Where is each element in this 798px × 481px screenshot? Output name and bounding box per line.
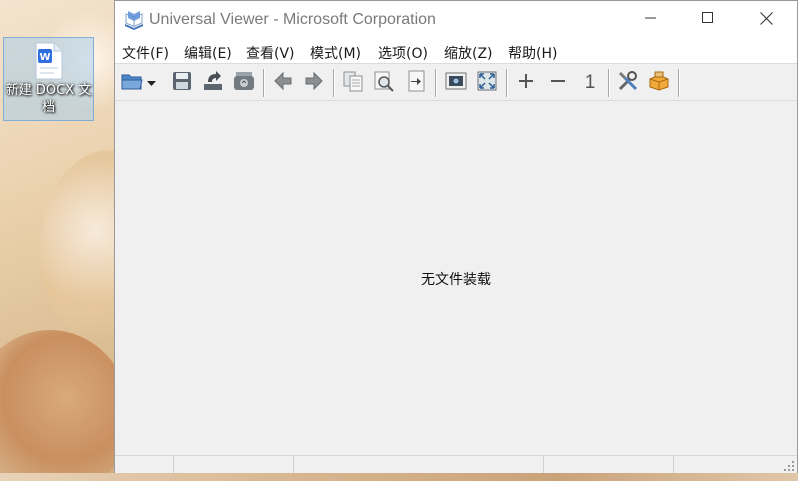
toolbar-separator (263, 69, 265, 97)
universal-viewer-app-icon (123, 10, 145, 30)
wallpaper-shape (40, 150, 114, 350)
toolbar-separator (435, 69, 437, 97)
close-icon (759, 11, 773, 29)
print-icon (233, 71, 255, 95)
menu-mode[interactable]: 模式(M) (310, 43, 361, 63)
plugins-button[interactable] (647, 71, 671, 95)
save-button[interactable] (170, 71, 194, 95)
zoom-out-button[interactable] (546, 71, 570, 95)
fullscreen-button[interactable] (475, 71, 499, 95)
goto-icon (405, 70, 427, 96)
plugins-icon (648, 71, 670, 95)
fullscreen-icon (477, 71, 497, 95)
menu-edit[interactable]: 编辑(E) (184, 43, 232, 63)
reload-icon (202, 71, 224, 95)
window-title: Universal Viewer - Microsoft Corporation (149, 11, 436, 28)
zoom-in-button[interactable] (514, 71, 538, 95)
copy-icon (342, 70, 364, 96)
toolbar-separator (678, 69, 680, 97)
settings-button[interactable] (616, 71, 640, 95)
copy-button[interactable] (341, 71, 365, 95)
minimize-button[interactable] (622, 1, 680, 39)
open-folder-icon (121, 71, 143, 95)
status-cell (294, 456, 544, 473)
save-icon (172, 71, 192, 95)
menu-file[interactable]: 文件(F) (122, 43, 169, 63)
back-button[interactable] (271, 71, 295, 95)
window-mode-button[interactable] (444, 71, 468, 95)
back-arrow-icon (273, 71, 293, 95)
maximize-button[interactable] (679, 1, 737, 39)
status-cell (174, 456, 294, 473)
toolbar-separator (506, 69, 508, 97)
minimize-icon (645, 12, 657, 28)
find-button[interactable] (372, 71, 396, 95)
find-icon (373, 70, 395, 96)
menu-bar: 文件(F) 编辑(E) 查看(V) 模式(M) 选项(O) 缩放(Z) 帮助(H… (115, 39, 797, 63)
desktop-background: W 新建 DOCX 文档 (0, 0, 114, 481)
wallpaper-shape (0, 330, 114, 481)
desktop-icon-new-docx[interactable]: W 新建 DOCX 文档 (3, 37, 94, 121)
status-cell (544, 456, 674, 473)
status-cell (115, 456, 174, 473)
settings-tools-icon (617, 70, 639, 96)
wps-word-document-icon: W (34, 42, 64, 80)
toolbar-separator (333, 69, 335, 97)
window-mode-icon (445, 71, 467, 95)
menu-zoom[interactable]: 缩放(Z) (444, 43, 493, 63)
empty-document-message: 无文件装载 (421, 272, 491, 288)
menu-help[interactable]: 帮助(H) (508, 43, 557, 63)
svg-text:W: W (39, 52, 50, 63)
desktop-icon-label: 新建 DOCX 文档 (5, 83, 92, 115)
goto-button[interactable] (404, 70, 428, 96)
print-button[interactable] (232, 71, 256, 95)
forward-arrow-icon (304, 71, 324, 95)
toolbar: 1 (115, 63, 797, 101)
desktop-background (0, 473, 798, 481)
maximize-icon (702, 12, 714, 28)
menu-view[interactable]: 查看(V) (246, 43, 295, 63)
open-button[interactable] (120, 71, 144, 95)
zoom-out-icon (550, 73, 566, 93)
resize-grip-icon[interactable] (783, 460, 795, 472)
reload-button[interactable] (201, 71, 225, 95)
menu-options[interactable]: 选项(O) (378, 43, 428, 63)
zoom-actual-button[interactable]: 1 (578, 71, 602, 95)
close-button[interactable] (737, 1, 795, 39)
title-bar[interactable]: Universal Viewer - Microsoft Corporation (115, 1, 797, 39)
zoom-in-icon (518, 73, 534, 93)
document-view[interactable]: 无文件装载 (115, 101, 797, 455)
open-dropdown-button[interactable] (145, 71, 159, 95)
toolbar-separator (608, 69, 610, 97)
status-bar (115, 455, 797, 473)
dropdown-arrow-icon (147, 75, 157, 91)
forward-button[interactable] (302, 71, 326, 95)
app-window: Universal Viewer - Microsoft Corporation… (114, 0, 798, 473)
zoom-actual-icon: 1 (584, 72, 596, 93)
